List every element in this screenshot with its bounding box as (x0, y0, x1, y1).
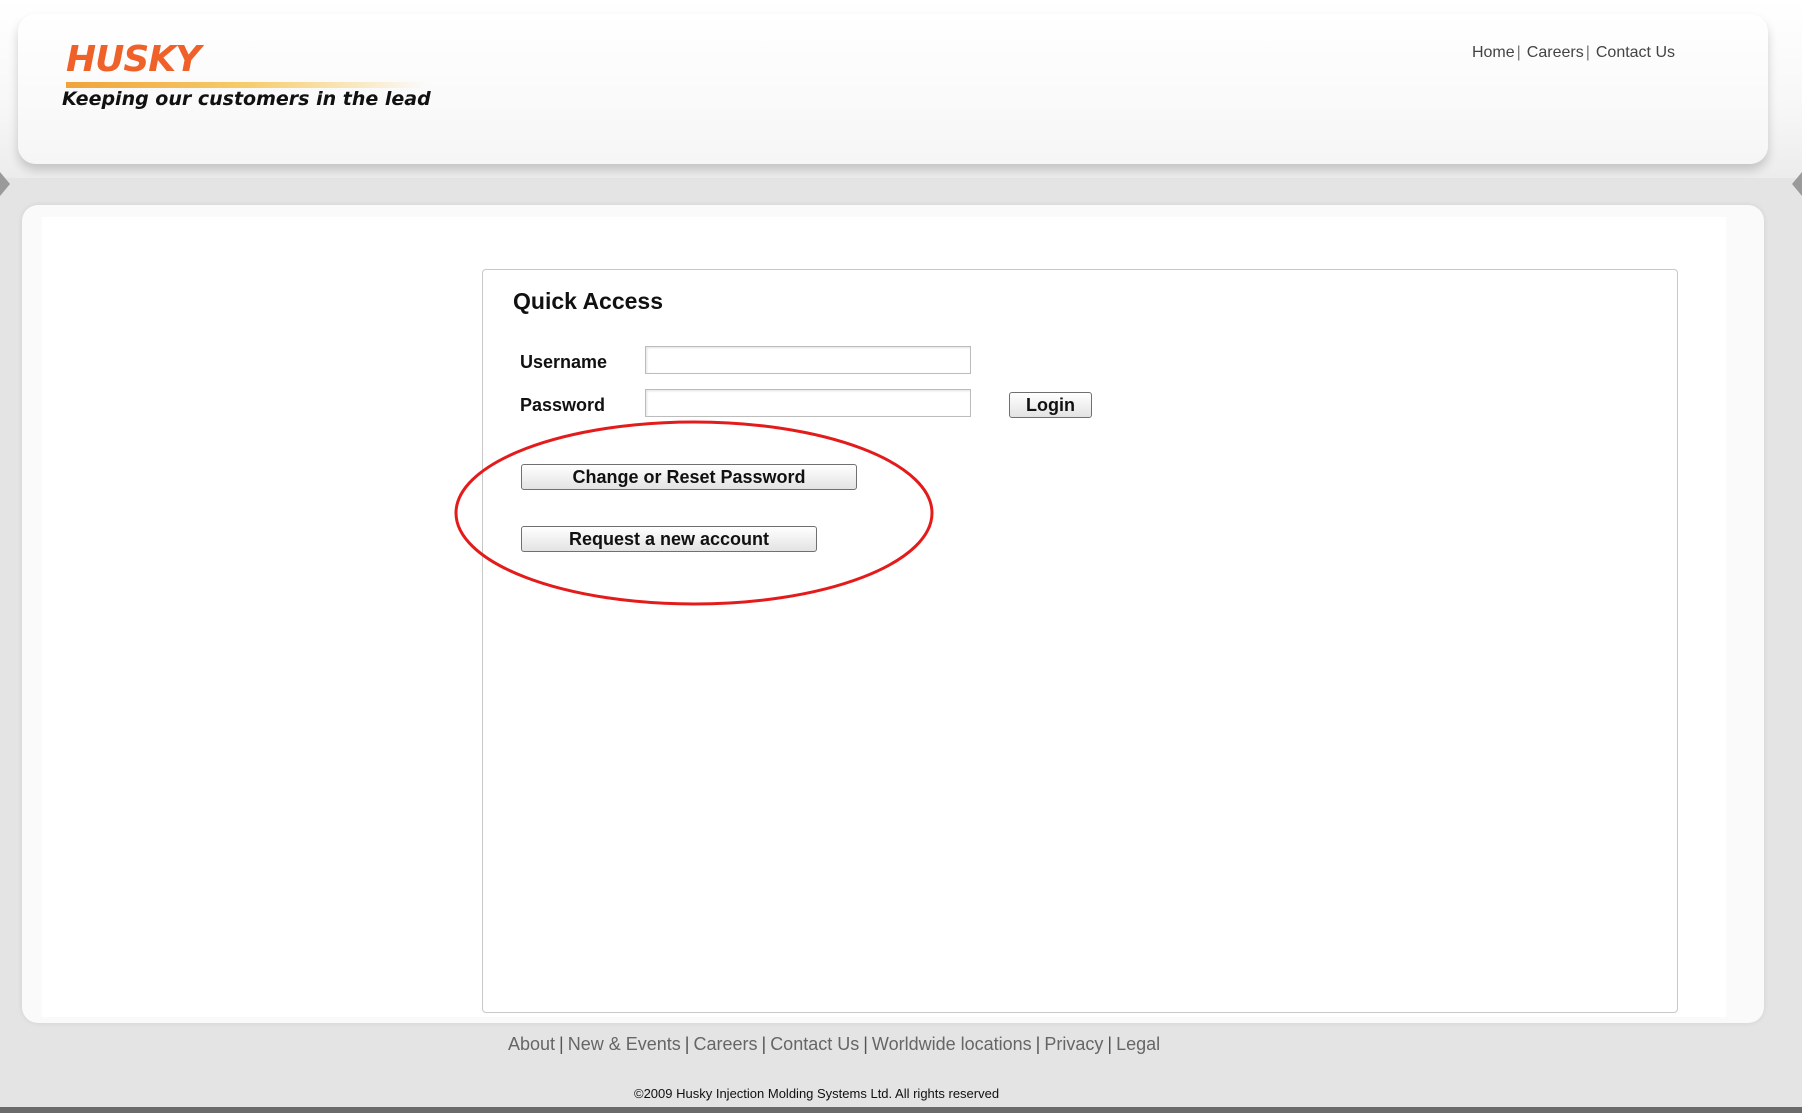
footer-link-careers[interactable]: Careers (693, 1034, 757, 1054)
copyright-text: ©2009 Husky Injection Molding Systems Lt… (634, 1086, 1000, 1101)
footer-separator: | (1035, 1034, 1041, 1054)
top-nav-separator: | (1585, 44, 1590, 61)
top-nav-separator: | (1516, 44, 1521, 61)
password-input[interactable] (645, 389, 971, 417)
change-reset-password-button[interactable]: Change or Reset Password (521, 464, 857, 490)
footer-link-about[interactable]: About (508, 1034, 555, 1054)
header: HUSKY Keeping our customers in the lead … (0, 0, 1802, 178)
logo-tagline: Keeping our customers in the lead (62, 88, 431, 110)
login-button[interactable]: Login (1009, 392, 1092, 418)
footer-separator: | (684, 1034, 690, 1054)
footer-link-news-events[interactable]: New & Events (568, 1034, 681, 1054)
top-nav-careers-link[interactable]: Careers (1527, 44, 1584, 61)
footer-separator: | (761, 1034, 767, 1054)
footer-link-contact-us[interactable]: Contact Us (770, 1034, 859, 1054)
footer-link-worldwide-locations[interactable]: Worldwide locations (872, 1034, 1032, 1054)
footer-separator: | (1107, 1034, 1113, 1054)
top-nav-home-link[interactable]: Home (1472, 44, 1515, 61)
bottom-edge-bar (0, 1107, 1802, 1113)
panel-title: Quick Access (513, 288, 664, 314)
footer-separator: | (559, 1034, 564, 1054)
right-notch (1792, 172, 1802, 196)
password-label: Password (520, 395, 606, 415)
top-nav: Home | Careers | Contact Us (1472, 44, 1675, 62)
husky-logo[interactable]: HUSKY Keeping our customers in the lead (62, 39, 431, 111)
username-input[interactable] (645, 346, 971, 374)
footer-links: About | New & Events | Careers | Contact Us | Wo… (0, 1034, 1802, 1055)
footer-link-legal[interactable]: Legal (1116, 1034, 1160, 1054)
username-label: Username (520, 352, 608, 372)
request-new-account-button[interactable]: Request a new account (521, 526, 817, 552)
header-card: HUSKY Keeping our customers in the lead … (18, 14, 1768, 164)
footer-separator: | (863, 1034, 868, 1054)
quick-access-panel: Quick Access Username Password Login Cha… (482, 269, 1678, 1013)
left-notch (0, 172, 10, 196)
top-nav-contact-link[interactable]: Contact Us (1596, 44, 1675, 61)
footer-link-privacy[interactable]: Privacy (1044, 1034, 1103, 1054)
logo-wordmark: HUSKY (66, 39, 201, 80)
